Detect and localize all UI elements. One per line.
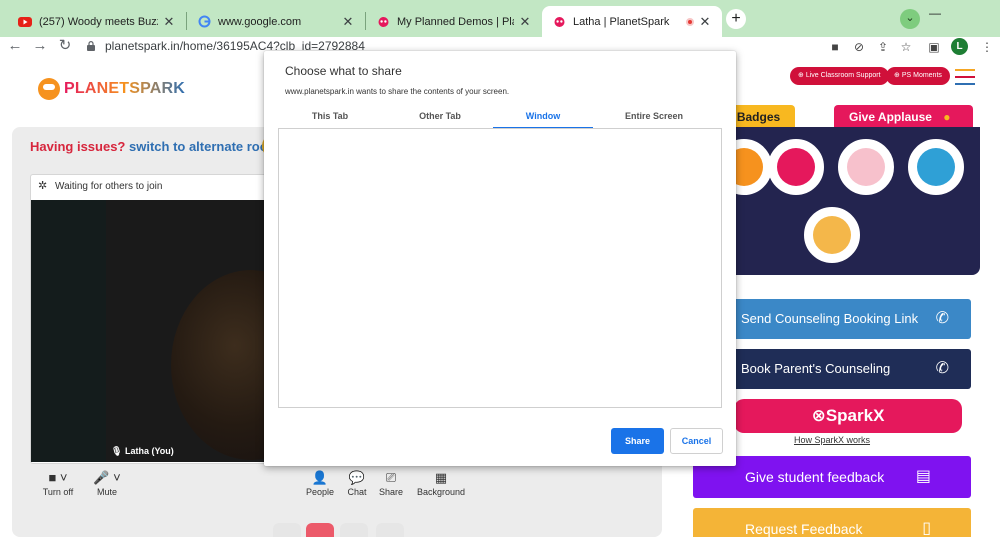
planetspark-logo-icon [38, 78, 60, 100]
sparkx-button[interactable]: ⊗SparkX [734, 399, 962, 433]
side-panel-icon[interactable]: ▣ [925, 38, 943, 56]
browser-tabstrip: (257) Woody meets Buzz Lightye ✕ www.goo… [0, 0, 1000, 37]
book-counseling-label: Book Parent's Counseling [741, 361, 891, 376]
tab-title: www.google.com [218, 15, 302, 28]
layout-icon[interactable] [340, 523, 368, 537]
new-tab-button[interactable]: + [726, 9, 746, 29]
tab-title: (257) Woody meets Buzz Lightye [39, 15, 158, 28]
live-classroom-support-button[interactable]: ⊕ Live Classroom Support [790, 67, 889, 85]
send-counseling-label: Send Counseling Booking Link [741, 311, 919, 326]
browser-tab-youtube[interactable]: (257) Woody meets Buzz Lightye ✕ [8, 6, 186, 37]
window-picker-list[interactable] [278, 128, 722, 408]
support-icon: ⊕ [798, 72, 804, 79]
issues-banner: Having issues? switch to alternate room [30, 139, 279, 154]
google-icon [197, 15, 211, 29]
applause-label: Give Applause [849, 110, 932, 124]
close-tab-icon[interactable]: ✕ [698, 14, 712, 30]
badges-panel [716, 127, 980, 275]
request-feedback-label: Request Feedback [745, 521, 863, 537]
tab-entire-screen[interactable]: Entire Screen [604, 107, 704, 129]
applause-icon: ● [943, 110, 951, 124]
cancel-button[interactable]: Cancel [670, 428, 723, 454]
planetspark-logo[interactable]: PLANETSPARK [38, 75, 185, 103]
how-sparkx-works-link[interactable]: How SparkX works [734, 435, 930, 445]
sparkx-icon: ⊗ [811, 406, 826, 425]
forward-icon[interactable]: → [30, 37, 50, 57]
tab-title: My Planned Demos | PlanetSpark [397, 15, 514, 28]
lock-icon [87, 41, 95, 51]
mic-icon: 🎙 [111, 446, 123, 456]
browser-tab-planned-demos[interactable]: My Planned Demos | PlanetSpark ✕ [366, 6, 542, 37]
alternate-room-link[interactable]: switch to alternate room [129, 139, 279, 154]
mute-label: Mute [96, 487, 117, 497]
participant-label: 🎙 Latha (You) [111, 446, 174, 457]
logo-text: PLANETSPARK [64, 80, 186, 97]
issues-text: Having issues? [30, 139, 126, 154]
badge-icon[interactable] [804, 207, 860, 263]
tab-other-tab[interactable]: Other Tab [390, 107, 490, 129]
camera-in-use-icon[interactable]: ■ [826, 38, 844, 56]
fullscreen-icon[interactable] [273, 523, 301, 537]
planetspark-icon [376, 15, 390, 29]
close-tab-icon[interactable]: ✕ [162, 14, 176, 30]
browser-tab-latha[interactable]: Latha | PlanetSpark ✕ [542, 6, 722, 37]
clipboard-icon: ▤ [915, 468, 931, 485]
profile-avatar[interactable]: L [951, 38, 968, 55]
settings-icon[interactable] [376, 523, 404, 537]
recording-icon [686, 17, 694, 26]
tab-this-tab[interactable]: This Tab [280, 107, 380, 129]
close-tab-icon[interactable]: ✕ [341, 14, 355, 30]
document-icon: ▯ [922, 520, 931, 537]
dialog-title: Choose what to share [285, 64, 402, 78]
badge-icon[interactable] [908, 139, 964, 195]
participant-video-feed [171, 270, 271, 460]
minimize-icon[interactable]: — [928, 6, 942, 20]
browser-menu-icon[interactable]: ⋮ [978, 38, 996, 56]
bookmark-star-icon[interactable]: ☆ [897, 38, 915, 56]
browser-tab-google[interactable]: www.google.com ✕ [187, 6, 365, 37]
back-icon[interactable]: ← [5, 37, 25, 57]
participant-name: Latha (You) [124, 446, 174, 456]
send-counseling-link-button[interactable]: Send Counseling Booking Link ✆ [721, 299, 971, 339]
chip-label: Live Classroom Support [805, 72, 881, 79]
mute-button[interactable]: 🎤 ˅ Mute [75, 469, 139, 497]
badge-icon[interactable] [768, 139, 824, 195]
end-call-icon[interactable] [306, 523, 334, 537]
tab-title: Latha | PlanetSpark [573, 15, 670, 28]
eye-off-icon[interactable]: ⊘ [850, 38, 868, 56]
gear-icon[interactable]: ✲ [38, 181, 49, 192]
background-button[interactable]: ▦ Background [409, 469, 473, 497]
book-parent-counseling-button[interactable]: Book Parent's Counseling ✆ [721, 349, 971, 389]
tab-search-icon[interactable]: ⌄ [900, 9, 920, 29]
planetspark-icon [552, 15, 566, 29]
waiting-status: Waiting for others to join [55, 181, 163, 192]
tab-give-applause[interactable]: Give Applause ● [834, 105, 973, 129]
share-button[interactable]: Share [611, 428, 664, 454]
self-video: 🎙 Latha (You) [31, 200, 271, 462]
share-source-tabs: This Tab Other Tab Window Entire Screen [280, 107, 718, 129]
request-feedback-button[interactable]: Request Feedback ▯ [693, 508, 971, 537]
share-screen-dialog: Choose what to share www.planetspark.in … [264, 51, 736, 466]
hamburger-menu-icon[interactable] [955, 69, 975, 90]
microphone-icon: 🎤 ˅ [93, 470, 121, 485]
tab-window[interactable]: Window [493, 107, 593, 129]
phone-icon: ✆ [935, 360, 949, 377]
phone-icon: ✆ [935, 310, 949, 327]
close-tab-icon[interactable]: ✕ [518, 14, 532, 30]
share-page-icon[interactable]: ⇪ [874, 38, 892, 56]
ps-moments-button[interactable]: ⊕ PS Moments [886, 67, 950, 85]
dialog-subtitle: www.planetspark.in wants to share the co… [285, 87, 510, 96]
reload-icon[interactable]: ↻ [55, 37, 75, 57]
youtube-icon [18, 15, 32, 29]
student-feedback-label: Give student feedback [745, 469, 885, 485]
badge-icon[interactable] [838, 139, 894, 195]
sparkx-label: SparkX [825, 406, 885, 425]
chip-label: PS Moments [901, 72, 942, 79]
background-icon: ▦ [434, 470, 448, 485]
background-label: Background [416, 487, 466, 497]
moments-icon: ⊕ [894, 72, 900, 79]
